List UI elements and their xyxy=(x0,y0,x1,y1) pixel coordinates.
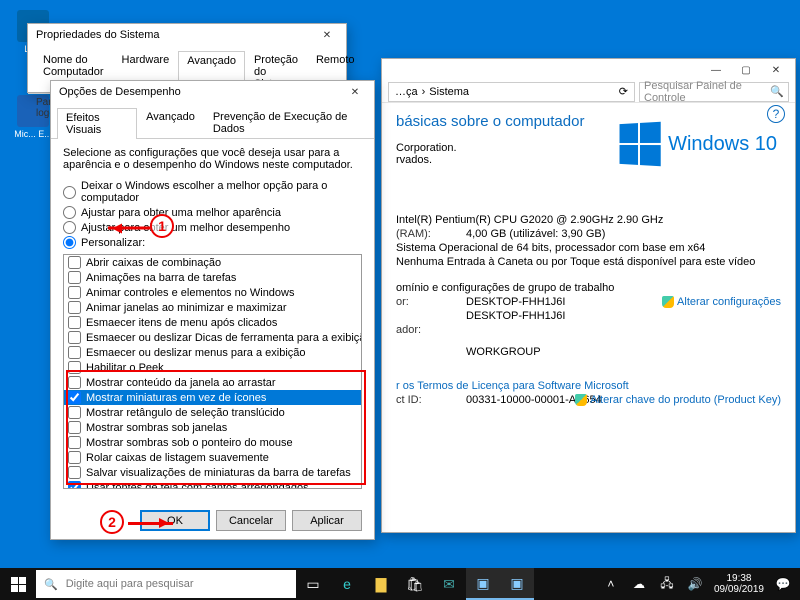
volume-icon[interactable]: 🔊 xyxy=(686,575,704,593)
visual-effect-option[interactable]: Habilitar o Peek xyxy=(64,360,361,375)
close-button[interactable]: ✕ xyxy=(761,60,791,80)
visual-effects-list[interactable]: Abrir caixas de combinaçãoAnimações na b… xyxy=(63,254,362,489)
visual-effect-option[interactable]: Salvar visualizações de miniaturas da ba… xyxy=(64,465,361,480)
visual-effect-option[interactable]: Mostrar sombras sob janelas xyxy=(64,420,361,435)
titlebar[interactable]: Opções de Desempenho ✕ xyxy=(51,81,374,103)
mail-icon[interactable]: ✉ xyxy=(432,568,466,600)
titlebar[interactable]: — ▢ ✕ xyxy=(382,59,795,81)
shield-icon xyxy=(662,296,674,308)
visual-effect-option[interactable]: Animações na barra de tarefas xyxy=(64,270,361,285)
taskbar-app[interactable]: ▣ xyxy=(500,568,534,600)
task-view-icon[interactable]: ▭ xyxy=(296,568,330,600)
onedrive-icon[interactable]: ☁ xyxy=(630,575,648,593)
radio-option[interactable]: Personalizar: xyxy=(63,235,362,250)
window-title: Propriedades do Sistema xyxy=(36,29,160,41)
search-icon: 🔍 xyxy=(44,578,58,591)
explorer-icon[interactable]: ▇ xyxy=(364,568,398,600)
taskbar-app[interactable]: ▣ xyxy=(466,568,500,600)
visual-effect-option[interactable]: Mostrar retângulo de seleção translúcido xyxy=(64,405,361,420)
tray-chevron-icon[interactable]: ˄ xyxy=(602,575,620,593)
ok-button[interactable]: OK xyxy=(140,510,210,531)
visual-effect-option[interactable]: Mostrar conteúdo da janela ao arrastar xyxy=(64,375,361,390)
visual-effect-option[interactable]: Rolar caixas de listagem suavemente xyxy=(64,450,361,465)
titlebar[interactable]: Propriedades do Sistema ✕ xyxy=(28,24,346,46)
tab-visual-effects[interactable]: Efeitos Visuais xyxy=(57,108,137,139)
section-heading: omínio e configurações de grupo de traba… xyxy=(396,282,781,294)
edge-icon[interactable]: e xyxy=(330,568,364,600)
tab-bar: Efeitos Visuais Avançado Prevenção de Ex… xyxy=(51,103,374,139)
radio-option[interactable]: Ajustar para obter uma melhor aparência xyxy=(63,205,362,220)
visual-effect-option[interactable]: Mostrar miniaturas em vez de ícones xyxy=(64,390,361,405)
visual-effect-option[interactable]: Animar controles e elementos no Windows xyxy=(64,285,361,300)
close-button[interactable]: ✕ xyxy=(312,25,342,45)
cancel-button[interactable]: Cancelar xyxy=(216,510,286,531)
change-settings-link[interactable]: Alterar configurações xyxy=(662,296,781,308)
tab-dep[interactable]: Prevenção de Execução de Dados xyxy=(204,107,368,138)
visual-effect-option[interactable]: Esmaecer itens de menu após clicados xyxy=(64,315,361,330)
address-bar[interactable]: …ça › Sistema ⟳ xyxy=(388,82,635,102)
system-window: — ▢ ✕ …ça › Sistema ⟳ Pesquisar Painel d… xyxy=(381,58,796,533)
radio-option[interactable]: Deixar o Windows escolher a melhor opção… xyxy=(63,179,362,205)
store-icon[interactable]: 🛍 xyxy=(398,568,432,600)
help-icon[interactable]: ? xyxy=(767,105,785,123)
apply-button[interactable]: Aplicar xyxy=(292,510,362,531)
start-button[interactable] xyxy=(0,568,36,600)
product-key-link[interactable]: Alterar chave do produto (Product Key) xyxy=(575,394,781,406)
visual-effect-option[interactable]: Usar fontes de tela com cantos arredonda… xyxy=(64,480,361,489)
network-icon[interactable]: 🖧 xyxy=(658,575,676,593)
taskbar-search[interactable]: 🔍 Digite aqui para pesquisar xyxy=(36,570,296,598)
windows-logo: Windows 10 xyxy=(618,123,777,165)
visual-effect-option[interactable]: Esmaecer ou deslizar Dicas de ferramenta… xyxy=(64,330,361,345)
window-title: Opções de Desempenho xyxy=(59,86,181,98)
clock[interactable]: 19:38 09/09/2019 xyxy=(714,573,764,595)
taskbar: 🔍 Digite aqui para pesquisar ▭ e ▇ 🛍 ✉ ▣… xyxy=(0,568,800,600)
visual-effect-option[interactable]: Mostrar sombras sob o ponteiro do mouse xyxy=(64,435,361,450)
visual-effect-option[interactable]: Esmaecer ou deslizar menus para a exibiç… xyxy=(64,345,361,360)
notifications-icon[interactable]: 💬 xyxy=(774,575,792,593)
tab-advanced[interactable]: Avançado xyxy=(137,107,204,138)
annotation-arrow xyxy=(108,227,150,230)
visual-effect-option[interactable]: Abrir caixas de combinação xyxy=(64,255,361,270)
search-input[interactable]: Pesquisar Painel de Controle 🔍 xyxy=(639,82,789,102)
performance-options-dialog: Opções de Desempenho ✕ Efeitos Visuais A… xyxy=(50,80,375,540)
shield-icon xyxy=(575,394,587,406)
visual-effect-option[interactable]: Animar janelas ao minimizar e maximizar xyxy=(64,300,361,315)
maximize-button[interactable]: ▢ xyxy=(731,60,761,80)
minimize-button[interactable]: — xyxy=(701,60,731,80)
close-button[interactable]: ✕ xyxy=(340,82,370,102)
license-link[interactable]: r os Termos de Licença para Software Mic… xyxy=(396,380,781,392)
annotation-arrow xyxy=(128,522,173,525)
